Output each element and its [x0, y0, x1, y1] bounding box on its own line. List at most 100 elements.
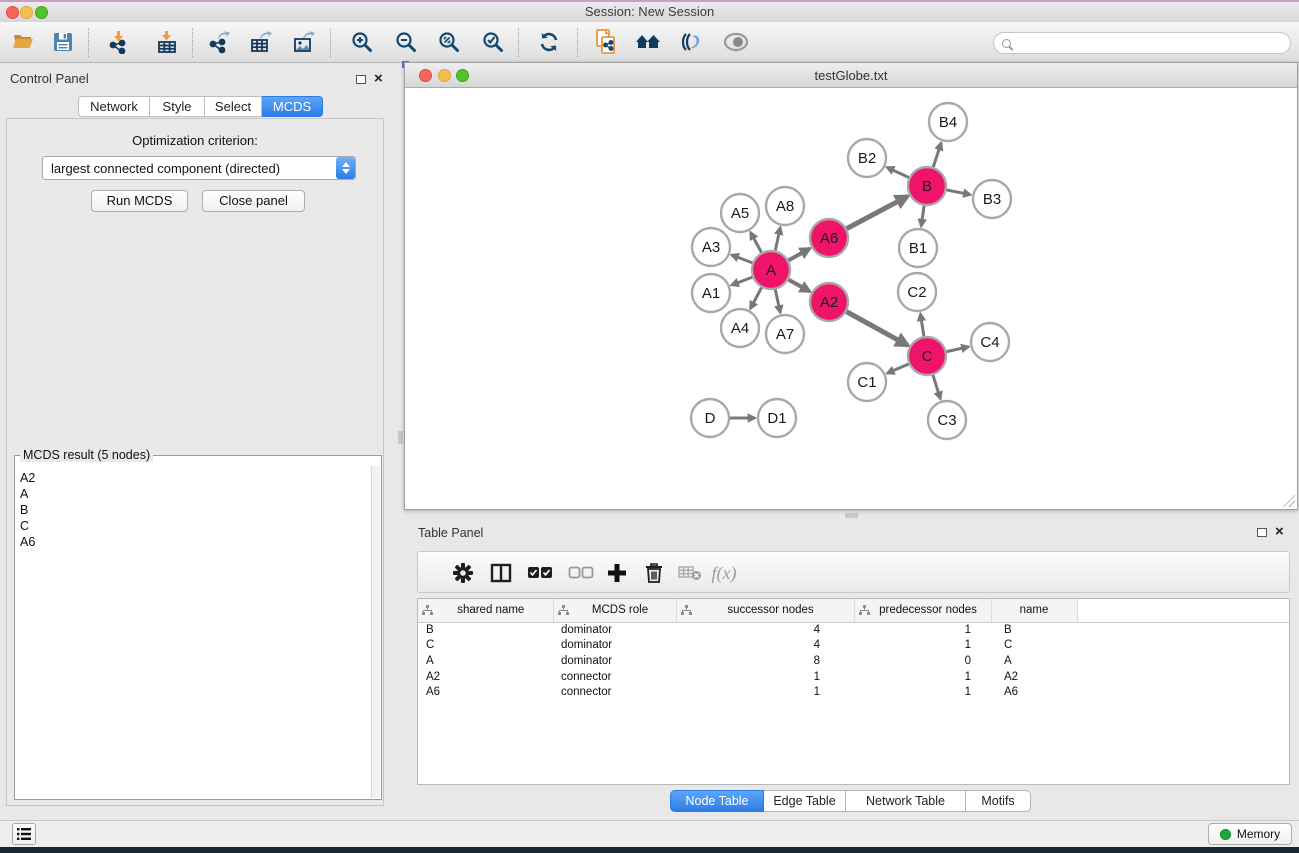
- table-cell[interactable]: 1: [854, 684, 991, 700]
- network-zoom-icon[interactable]: [456, 69, 469, 82]
- tab-style[interactable]: Style: [150, 96, 205, 117]
- float-panel-icon[interactable]: [356, 75, 366, 84]
- add-column-icon[interactable]: [604, 560, 630, 586]
- table-cell[interactable]: 4: [676, 622, 854, 638]
- close-panel-button[interactable]: Close panel: [202, 190, 305, 212]
- col-header-shared-name[interactable]: shared name: [418, 599, 553, 622]
- table-cell[interactable]: connector: [553, 684, 676, 700]
- table-cell[interactable]: A: [991, 653, 1077, 669]
- network-graph[interactable]: B4B2BB3A8A5A6A3B1AA1C2A2A4A7C4CC1C3DD1: [405, 88, 1297, 509]
- tab-select[interactable]: Select: [205, 96, 262, 117]
- memory-button[interactable]: Memory: [1208, 823, 1292, 845]
- mcds-result-item[interactable]: A2: [20, 470, 371, 486]
- mcds-result-item[interactable]: B: [20, 502, 371, 518]
- control-panel-tabs: Network Style Select MCDS: [78, 96, 323, 117]
- table-cell[interactable]: 1: [854, 669, 991, 685]
- export-network-icon[interactable]: [206, 29, 232, 55]
- import-table-icon[interactable]: [154, 29, 180, 55]
- network-window-titlebar[interactable]: testGlobe.txt: [405, 63, 1297, 88]
- mcds-result-list[interactable]: A2ABCA6: [16, 466, 371, 798]
- optimization-criterion-select[interactable]: largest connected component (directed): [42, 156, 356, 180]
- zoom-in-icon[interactable]: [349, 29, 375, 55]
- desktop-scroll-tick: [845, 513, 858, 518]
- task-history-button[interactable]: [12, 823, 36, 845]
- table-cell[interactable]: A: [418, 653, 553, 669]
- network-minimize-icon[interactable]: [438, 69, 451, 82]
- table-cell[interactable]: A6: [418, 684, 553, 700]
- table-cell[interactable]: 0: [854, 653, 991, 669]
- table-cell[interactable]: 1: [854, 622, 991, 638]
- col-header-name[interactable]: name: [991, 599, 1077, 622]
- delete-table-icon[interactable]: [677, 560, 703, 586]
- tab-mcds[interactable]: MCDS: [262, 96, 323, 117]
- float-table-panel-icon[interactable]: [1257, 528, 1267, 537]
- tab-motifs[interactable]: Motifs: [966, 790, 1031, 812]
- table-cell[interactable]: dominator: [553, 622, 676, 638]
- graph-node-label: B2: [858, 150, 876, 167]
- graph-node-label: C1: [857, 374, 876, 391]
- vizmapper-eye-icon[interactable]: [678, 29, 704, 55]
- table-row[interactable]: A2connector11A2: [418, 669, 1289, 685]
- table-cell[interactable]: 4: [676, 638, 854, 654]
- export-table-icon[interactable]: [248, 29, 274, 55]
- table-cell[interactable]: connector: [553, 669, 676, 685]
- export-image-icon[interactable]: [291, 29, 317, 55]
- table-row[interactable]: Adominator80A: [418, 653, 1289, 669]
- zoom-fit-icon[interactable]: [436, 29, 462, 55]
- table-cell[interactable]: C: [991, 638, 1077, 654]
- run-mcds-button[interactable]: Run MCDS: [91, 190, 188, 212]
- save-session-icon[interactable]: [50, 29, 76, 55]
- mcds-result-item[interactable]: C: [20, 518, 371, 534]
- table-cell[interactable]: B: [991, 622, 1077, 638]
- show-columns-icon[interactable]: [488, 560, 514, 586]
- table-cell[interactable]: 1: [676, 684, 854, 700]
- col-header-mcds-role[interactable]: MCDS role: [553, 599, 676, 622]
- table-cell[interactable]: dominator: [553, 638, 676, 654]
- zoom-selected-icon[interactable]: [480, 29, 506, 55]
- close-table-panel-icon[interactable]: ×: [1275, 527, 1284, 537]
- table-cell[interactable]: C: [418, 638, 553, 654]
- show-graphics-details-icon[interactable]: [723, 29, 749, 55]
- table-row[interactable]: Cdominator41C: [418, 638, 1289, 654]
- clone-network-icon[interactable]: [593, 29, 619, 55]
- search-input[interactable]: [993, 32, 1291, 54]
- mcds-result-item[interactable]: A6: [20, 534, 371, 550]
- table-row[interactable]: A6connector11A6: [418, 684, 1289, 700]
- desktop-bottom-edge: [0, 847, 1299, 853]
- mcds-result-item[interactable]: A: [20, 486, 371, 502]
- zoom-traffic-light-icon[interactable]: [35, 6, 48, 19]
- col-header-successor-nodes[interactable]: successor nodes: [676, 599, 854, 622]
- zoom-out-icon[interactable]: [393, 29, 419, 55]
- select-all-columns-icon[interactable]: [527, 560, 553, 586]
- table-row[interactable]: Bdominator41B: [418, 622, 1289, 638]
- function-builder-icon[interactable]: f(x): [711, 560, 737, 586]
- table-cell[interactable]: A2: [418, 669, 553, 685]
- table-cell[interactable]: 1: [854, 638, 991, 654]
- table-cell[interactable]: A2: [991, 669, 1077, 685]
- tab-node-table[interactable]: Node Table: [670, 790, 764, 812]
- result-scrollbar[interactable]: [371, 466, 380, 798]
- graph-node-label: A2: [820, 294, 838, 311]
- tab-network[interactable]: Network: [78, 96, 150, 117]
- table-cell[interactable]: 1: [676, 669, 854, 685]
- table-cell[interactable]: A6: [991, 684, 1077, 700]
- network-canvas[interactable]: B4B2BB3A8A5A6A3B1AA1C2A2A4A7C4CC1C3DD1: [405, 88, 1297, 509]
- table-options-gear-icon[interactable]: [450, 560, 476, 586]
- table-cell[interactable]: B: [418, 622, 553, 638]
- table-cell[interactable]: dominator: [553, 653, 676, 669]
- home-icon[interactable]: [635, 29, 661, 55]
- minimize-traffic-light-icon[interactable]: [20, 6, 33, 19]
- unselect-all-columns-icon[interactable]: [568, 560, 594, 586]
- refresh-view-icon[interactable]: [536, 29, 562, 55]
- col-header-predecessor-nodes[interactable]: predecessor nodes: [854, 599, 991, 622]
- tab-edge-table[interactable]: Edge Table: [764, 790, 846, 812]
- network-close-icon[interactable]: [419, 69, 432, 82]
- table-cell[interactable]: 8: [676, 653, 854, 669]
- close-traffic-light-icon[interactable]: [6, 6, 19, 19]
- close-panel-icon[interactable]: ×: [374, 74, 383, 84]
- tab-network-table[interactable]: Network Table: [846, 790, 966, 812]
- open-session-icon[interactable]: [10, 29, 36, 55]
- delete-columns-trash-icon[interactable]: [641, 560, 667, 586]
- import-network-icon[interactable]: [106, 29, 132, 55]
- table-cell-filler: [1077, 653, 1289, 669]
